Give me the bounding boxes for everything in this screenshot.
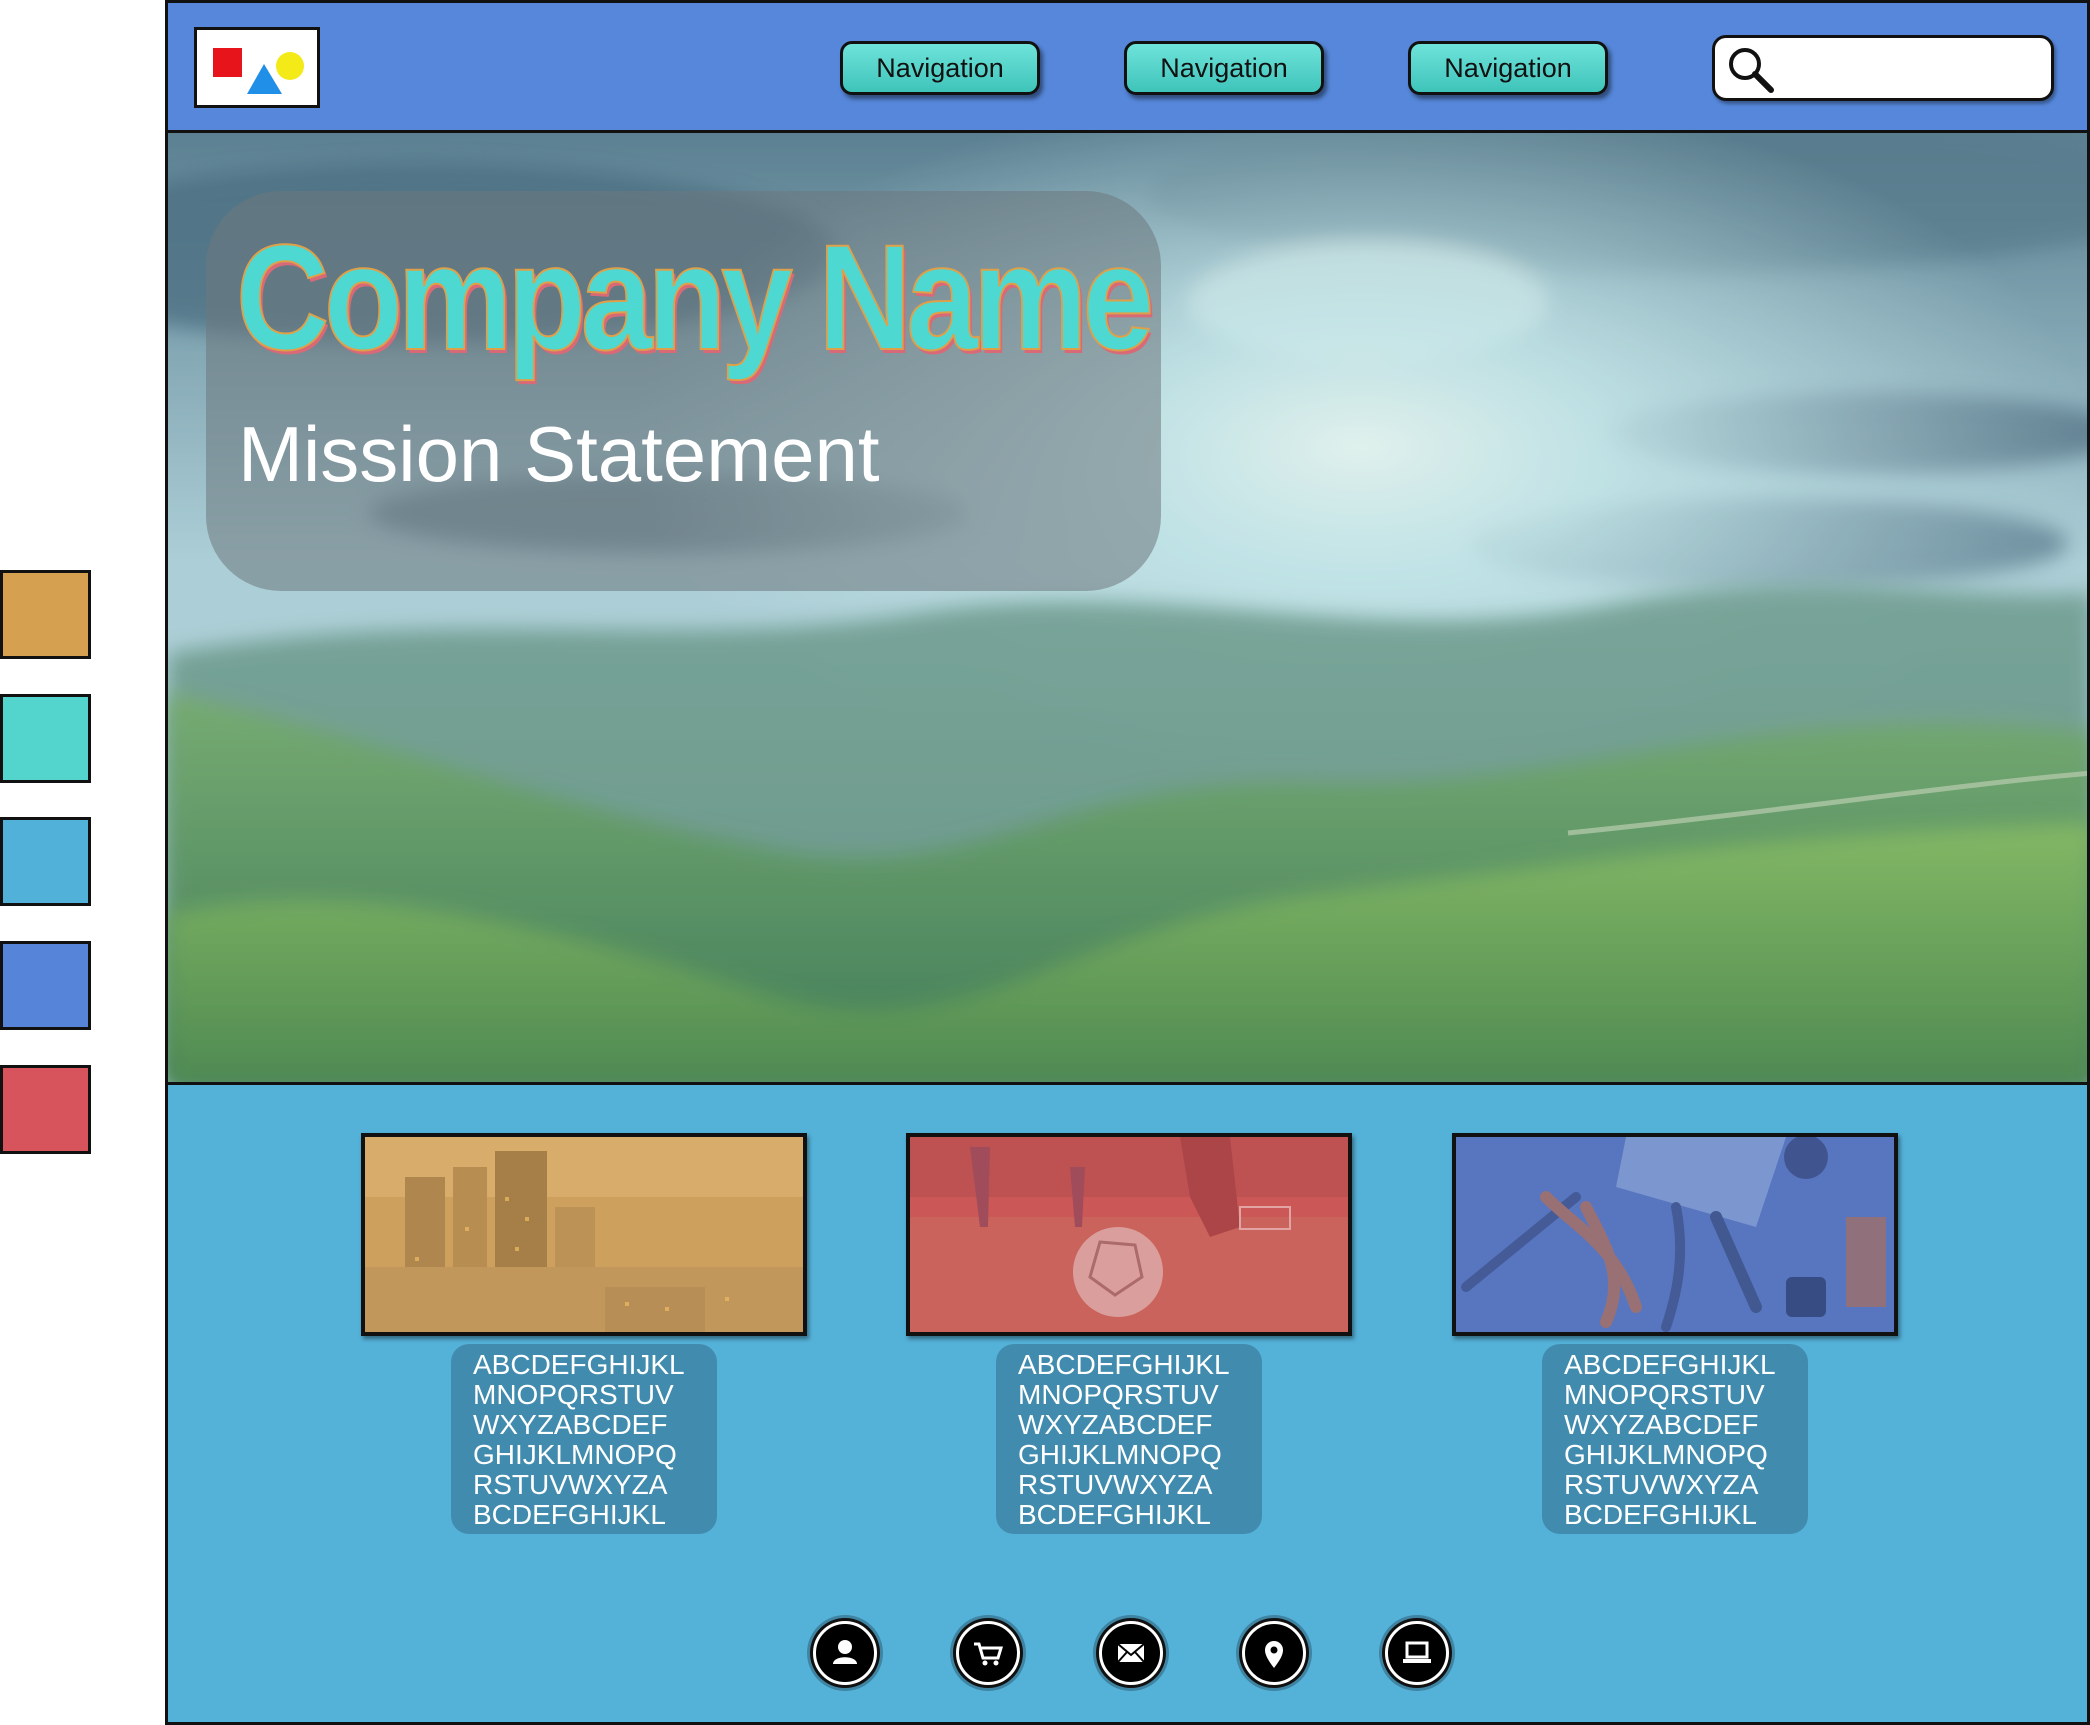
palette-swatch-teal	[0, 694, 91, 783]
search-icon	[1729, 48, 1774, 93]
tools-image	[1456, 1137, 1894, 1332]
palette-swatch-gold	[0, 570, 91, 659]
laptop-icon	[1403, 1641, 1431, 1663]
card-text-line: RSTUVWXYZA	[473, 1469, 668, 1500]
location-icon-button[interactable]	[1242, 1621, 1306, 1685]
features-section: ABCDEFGHIJKL MNOPQRSTUV WXYZABCDEF GHIJK…	[168, 1085, 2087, 1722]
card-image-soccer[interactable]	[906, 1133, 1352, 1336]
user-icon	[833, 1640, 857, 1664]
card-text-line: GHIJKLMNOPQ	[1018, 1439, 1222, 1470]
site-header: Navigation Navigation Navigation	[168, 3, 2087, 133]
city-skyline-image	[365, 1137, 803, 1332]
card-text-line: BCDEFGHIJKL	[1018, 1499, 1211, 1530]
search-box[interactable]	[1712, 35, 2054, 101]
nav-button-1[interactable]: Navigation	[840, 41, 1040, 95]
card-text-line: GHIJKLMNOPQ	[473, 1439, 677, 1470]
card-text-line: WXYZABCDEF	[1018, 1409, 1213, 1440]
mission-statement: Mission Statement	[238, 410, 880, 498]
palette-swatch-sky-blue	[0, 817, 91, 906]
card-text-2: ABCDEFGHIJKL MNOPQRSTUV WXYZABCDEF GHIJK…	[996, 1344, 1262, 1534]
card-text-line: RSTUVWXYZA	[1564, 1469, 1759, 1500]
card-text-line: WXYZABCDEF	[473, 1409, 668, 1440]
hero-banner: Company Name Mission Statement	[168, 133, 2087, 1085]
search-input[interactable]	[1783, 48, 2037, 90]
card-text-line: RSTUVWXYZA	[1018, 1469, 1213, 1500]
cart-icon-button[interactable]	[956, 1621, 1020, 1685]
card-text-line: ABCDEFGHIJKL	[1018, 1349, 1230, 1380]
nav-button-3[interactable]: Navigation	[1408, 41, 1608, 95]
card-text-line: MNOPQRSTUV	[1564, 1379, 1765, 1410]
card-text-line: MNOPQRSTUV	[473, 1379, 674, 1410]
card-text-line: ABCDEFGHIJKL	[1564, 1349, 1776, 1380]
card-text-3: ABCDEFGHIJKL MNOPQRSTUV WXYZABCDEF GHIJK…	[1542, 1344, 1808, 1534]
page-mockup: Navigation Navigation Navigation Company…	[165, 0, 2090, 1725]
site-logo[interactable]	[194, 27, 320, 108]
cart-icon	[974, 1642, 1004, 1666]
card-image-tools[interactable]	[1452, 1133, 1898, 1336]
card-image-city[interactable]	[361, 1133, 807, 1336]
user-icon-button[interactable]	[813, 1621, 877, 1685]
mail-icon	[1117, 1643, 1145, 1663]
card-text-line: GHIJKLMNOPQ	[1564, 1439, 1768, 1470]
location-pin-icon	[1265, 1641, 1283, 1668]
card-text-line: ABCDEFGHIJKL	[473, 1349, 685, 1380]
card-text-line: BCDEFGHIJKL	[473, 1499, 666, 1530]
card-text-line: WXYZABCDEF	[1564, 1409, 1759, 1440]
hero-text-panel: Company Name Mission Statement	[206, 191, 1161, 591]
laptop-icon-button[interactable]	[1385, 1621, 1449, 1685]
card-text-line: BCDEFGHIJKL	[1564, 1499, 1757, 1530]
nav-button-2[interactable]: Navigation	[1124, 41, 1324, 95]
card-text-line: MNOPQRSTUV	[1018, 1379, 1219, 1410]
mail-icon-button[interactable]	[1099, 1621, 1163, 1685]
soccer-image	[910, 1137, 1348, 1332]
palette-swatch-blue	[0, 941, 91, 1030]
company-name: Company Name	[235, 212, 1155, 382]
card-text-1: ABCDEFGHIJKL MNOPQRSTUV WXYZABCDEF GHIJK…	[451, 1344, 717, 1534]
palette-swatch-red	[0, 1065, 91, 1154]
shapes-logo-icon	[213, 48, 304, 94]
